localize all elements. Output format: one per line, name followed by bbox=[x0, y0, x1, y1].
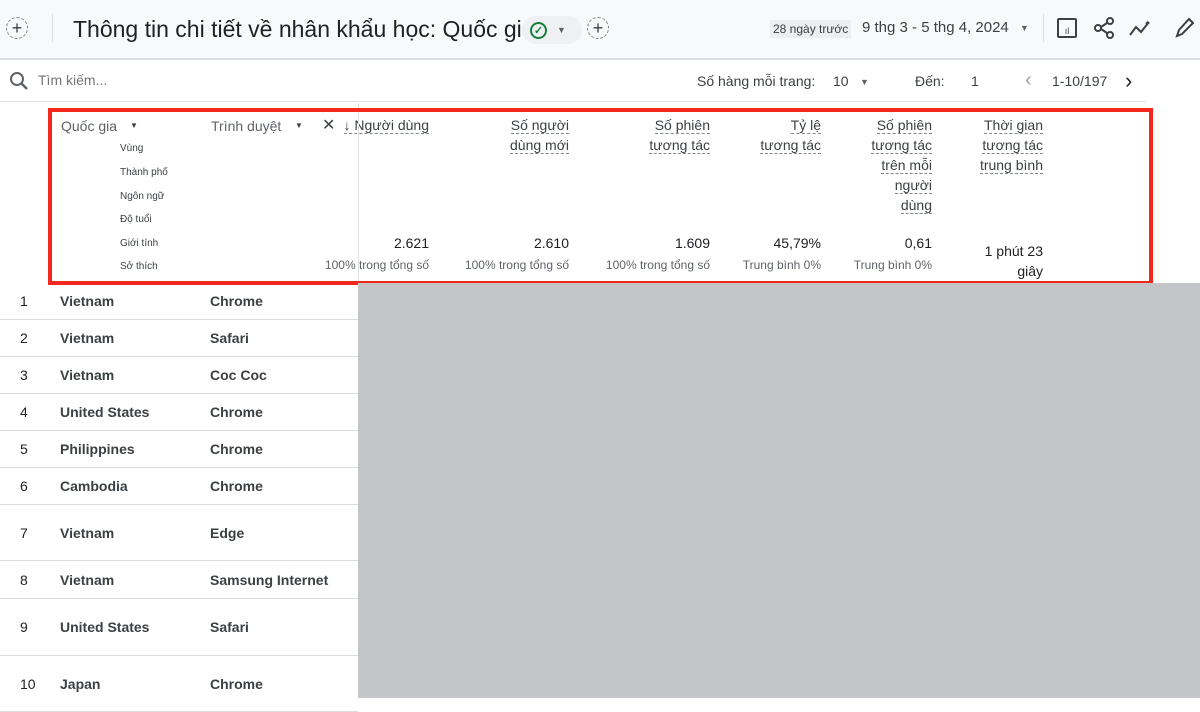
browser-cell: Chrome bbox=[210, 441, 263, 457]
country-cell: Philippines bbox=[60, 441, 135, 457]
table-row[interactable]: 8 Vietnam Samsung Internet bbox=[0, 561, 358, 599]
browser-cell: Samsung Internet bbox=[210, 571, 329, 588]
row-number: 8 bbox=[20, 571, 28, 588]
rows-per-page-label: Số hàng mỗi trang: bbox=[697, 73, 816, 89]
search-icon bbox=[10, 72, 28, 90]
pagination-range: 1-10/197 bbox=[1052, 73, 1108, 89]
browser-cell: Chrome bbox=[210, 478, 263, 494]
row-number: 1 bbox=[20, 293, 28, 309]
next-page-icon[interactable]: › bbox=[1125, 68, 1132, 94]
country-cell: Vietnam bbox=[60, 367, 115, 383]
svg-text:✦: ✦ bbox=[1144, 19, 1151, 28]
table-row[interactable]: 4 United States Chrome bbox=[0, 394, 358, 431]
browser-cell: Safari bbox=[210, 619, 249, 635]
share-icon[interactable] bbox=[1093, 17, 1115, 39]
chevron-down-icon[interactable]: ▼ bbox=[860, 77, 869, 87]
goto-input[interactable]: 1 bbox=[971, 73, 979, 89]
table-row[interactable]: 3 Vietnam Coc Coc bbox=[0, 357, 358, 394]
country-cell: United States bbox=[60, 404, 150, 420]
check-circle-icon: ✓ bbox=[530, 21, 547, 39]
divider bbox=[1043, 14, 1044, 42]
table-row[interactable]: 2 Vietnam Safari bbox=[0, 320, 358, 357]
table-toolbar: Số hàng mỗi trang: 10 ▼ Đến: 1 ‹ 1-10/19… bbox=[0, 62, 1146, 102]
goto-label: Đến: bbox=[915, 73, 945, 89]
country-cell: Cambodia bbox=[60, 478, 128, 494]
chevron-down-icon[interactable]: ▼ bbox=[1020, 23, 1029, 33]
add-circle-icon[interactable]: + bbox=[6, 17, 28, 39]
page-title: Thông tin chi tiết về nhân khẩu học: Quố… bbox=[73, 16, 535, 42]
status-chip[interactable]: ✓ ▼ bbox=[522, 16, 582, 44]
browser-cell: Safari bbox=[210, 330, 249, 346]
row-number: 5 bbox=[20, 441, 28, 457]
date-range-picker[interactable]: 9 thg 3 - 5 thg 4, 2024 bbox=[862, 19, 1009, 36]
country-cell: Vietnam bbox=[60, 293, 115, 309]
insights-icon[interactable]: ✦ bbox=[1128, 17, 1152, 39]
table-row[interactable]: 7 Vietnam Edge bbox=[0, 505, 358, 561]
prev-page-icon[interactable]: ‹ bbox=[1025, 69, 1032, 92]
pencil-icon[interactable] bbox=[1173, 16, 1195, 40]
overlay-area bbox=[358, 283, 1200, 698]
search-input[interactable] bbox=[38, 72, 288, 88]
top-bar: + Thông tin chi tiết về nhân khẩu học: Q… bbox=[0, 0, 1200, 60]
row-number: 4 bbox=[20, 404, 28, 420]
divider bbox=[52, 14, 53, 42]
highlight-box bbox=[48, 108, 1153, 285]
country-cell: Vietnam bbox=[60, 571, 115, 588]
country-cell: Vietnam bbox=[60, 524, 115, 541]
browser-cell: Chrome bbox=[210, 404, 263, 420]
table-row[interactable]: 1 Vietnam Chrome bbox=[0, 283, 358, 320]
table-row[interactable]: 6 Cambodia Chrome bbox=[0, 468, 358, 505]
browser-cell: Chrome bbox=[210, 675, 263, 692]
row-number: 2 bbox=[20, 330, 28, 346]
table-row[interactable]: 10 Japan Chrome bbox=[0, 656, 358, 712]
row-number: 10 bbox=[20, 675, 36, 692]
browser-cell: Edge bbox=[210, 524, 245, 541]
add-comparison-icon[interactable]: + bbox=[587, 17, 609, 39]
row-number: 3 bbox=[20, 367, 28, 383]
country-cell: United States bbox=[60, 619, 150, 635]
country-cell: Japan bbox=[60, 675, 101, 692]
table-row[interactable]: 9 United States Safari bbox=[0, 599, 358, 656]
row-number: 9 bbox=[20, 619, 28, 635]
table-row[interactable]: 5 Philippines Chrome bbox=[0, 431, 358, 468]
country-cell: Vietnam bbox=[60, 330, 115, 346]
chart-edit-icon[interactable]: ıl bbox=[1057, 18, 1077, 38]
chevron-down-icon: ▼ bbox=[557, 25, 566, 35]
browser-cell: Coc Coc bbox=[210, 367, 267, 383]
date-relative: 28 ngày trước bbox=[770, 20, 852, 38]
row-number: 6 bbox=[20, 478, 28, 494]
row-number: 7 bbox=[20, 524, 28, 541]
browser-cell: Chrome bbox=[210, 293, 263, 309]
rows-per-page-select[interactable]: 10 bbox=[833, 73, 849, 89]
